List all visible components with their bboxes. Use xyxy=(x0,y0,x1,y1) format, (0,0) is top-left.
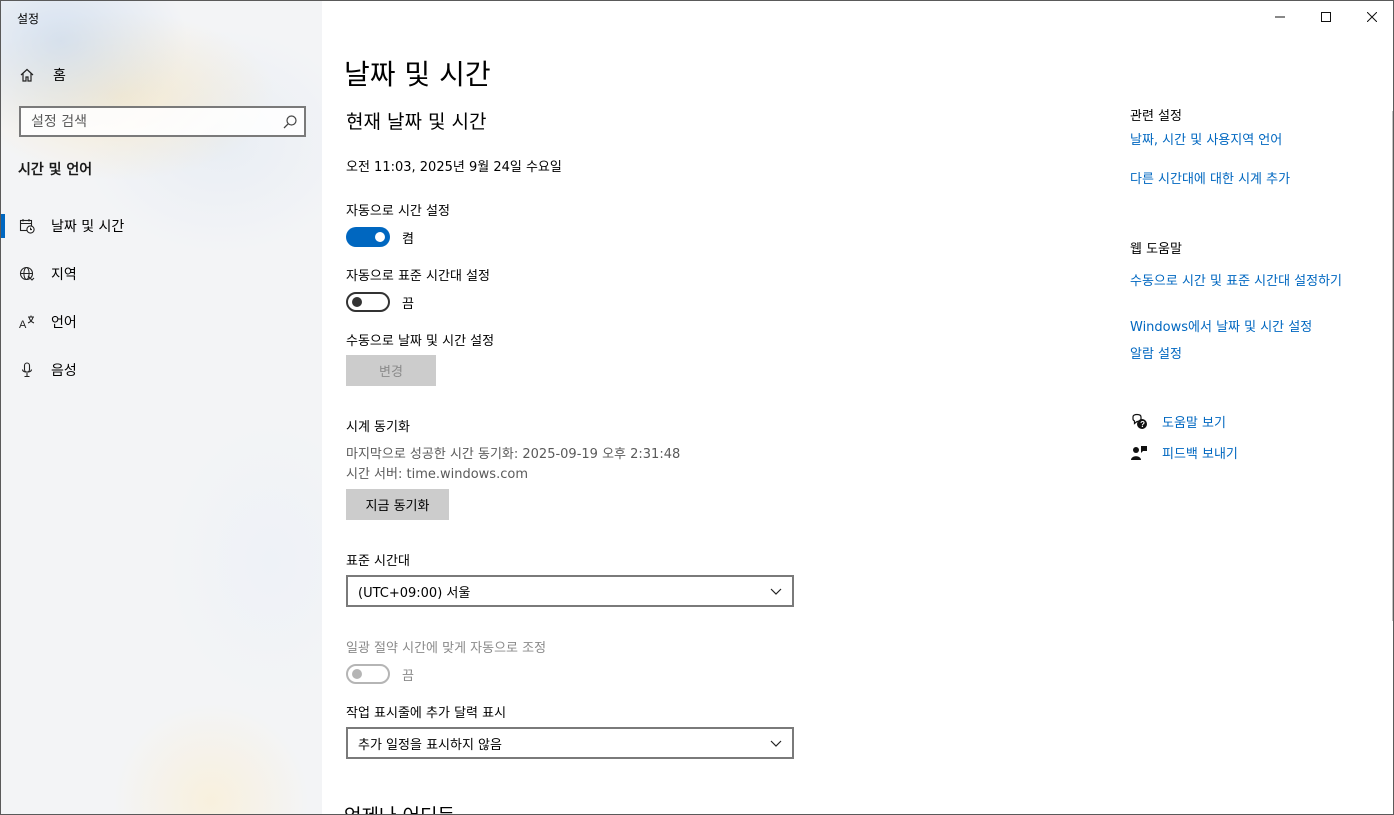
sidebar-item-language[interactable]: A 언어 xyxy=(1,298,322,346)
search-box[interactable] xyxy=(19,106,306,137)
toggle-knob xyxy=(375,232,385,242)
close-icon xyxy=(1367,12,1377,22)
feedback-link[interactable]: 피드백 보내기 xyxy=(1130,443,1238,462)
microphone-icon xyxy=(19,362,35,378)
calendar-clock-icon xyxy=(19,218,35,234)
related-link-region-language[interactable]: 날짜, 시간 및 사용지역 언어 xyxy=(1130,131,1370,150)
sidebar-item-label: 음성 xyxy=(51,363,77,379)
sidebar-item-region[interactable]: 지역 xyxy=(1,250,322,298)
close-button[interactable] xyxy=(1349,1,1393,33)
maximize-icon xyxy=(1321,12,1331,22)
toggle-knob xyxy=(352,297,362,307)
current-datetime-heading: 현재 날짜 및 시간 xyxy=(346,111,487,133)
nav-list: 날짜 및 시간 지역 A 언어 음성 xyxy=(1,202,322,394)
settings-window: 설정 홈 시간 및 언어 날짜 및 시간 xyxy=(0,0,1394,815)
dst-toggle-row: 끔 xyxy=(346,664,414,684)
globe-icon xyxy=(19,266,35,282)
time-server-text: 시간 서버: time.windows.com xyxy=(346,467,528,482)
calendar-label: 작업 표시줄에 추가 달력 표시 xyxy=(346,706,507,721)
feedback-person-icon xyxy=(1130,444,1148,462)
language-icon: A xyxy=(19,314,35,330)
svg-text:A: A xyxy=(19,319,27,330)
chevron-down-icon xyxy=(770,585,782,601)
get-help-label: 도움말 보기 xyxy=(1162,416,1226,431)
current-datetime: 오전 11:03, 2025년 9월 24일 수요일 xyxy=(346,160,562,175)
sidebar: 설정 홈 시간 및 언어 날짜 및 시간 xyxy=(1,1,322,814)
feedback-label: 피드백 보내기 xyxy=(1162,447,1238,462)
home-nav-item[interactable]: 홈 xyxy=(1,57,322,93)
app-title: 설정 xyxy=(17,12,40,26)
search-icon[interactable] xyxy=(282,114,298,130)
auto-time-label: 자동으로 시간 설정 xyxy=(346,204,450,219)
maximize-button[interactable] xyxy=(1303,1,1349,33)
last-sync-text: 마지막으로 성공한 시간 동기화: 2025-09-19 오후 2:31:48 xyxy=(346,447,681,462)
sync-heading: 시계 동기화 xyxy=(346,420,410,435)
auto-time-toggle-row: 켬 xyxy=(346,227,414,247)
section-title: 시간 및 언어 xyxy=(18,162,93,178)
minimize-icon xyxy=(1275,16,1285,18)
sidebar-item-label: 지역 xyxy=(51,267,77,283)
get-help-link[interactable]: ? 도움말 보기 xyxy=(1130,412,1226,431)
auto-timezone-label: 자동으로 표준 시간대 설정 xyxy=(346,269,490,284)
sidebar-item-label: 날짜 및 시간 xyxy=(51,219,125,235)
auto-timezone-toggle[interactable] xyxy=(346,292,390,312)
timezone-dropdown[interactable]: (UTC+09:00) 서울 xyxy=(346,575,794,607)
sync-now-button[interactable]: 지금 동기화 xyxy=(346,489,449,520)
help-link-windows-date-time[interactable]: Windows에서 날짜 및 시간 설정 xyxy=(1130,318,1370,337)
related-settings-heading: 관련 설정 xyxy=(1130,109,1182,124)
dst-toggle[interactable] xyxy=(346,664,390,684)
related-link-add-clocks[interactable]: 다른 시간대에 대한 시계 추가 xyxy=(1130,170,1370,189)
auto-time-toggle[interactable] xyxy=(346,227,390,247)
auto-time-state: 켬 xyxy=(402,231,414,247)
sidebar-item-speech[interactable]: 음성 xyxy=(1,346,322,394)
help-chat-icon: ? xyxy=(1130,413,1148,431)
main-content: 날짜 및 시간 현재 날짜 및 시간 오전 11:03, 2025년 9월 24… xyxy=(322,1,1393,814)
home-label: 홈 xyxy=(53,68,66,84)
change-button[interactable]: 변경 xyxy=(346,355,436,386)
help-link-manual-time[interactable]: 수동으로 시간 및 표준 시간대 설정하기 xyxy=(1130,272,1370,291)
dst-state: 끔 xyxy=(402,668,414,684)
sidebar-item-date-time[interactable]: 날짜 및 시간 xyxy=(1,202,322,250)
help-link-alarm[interactable]: 알람 설정 xyxy=(1130,345,1370,364)
auto-timezone-state: 끔 xyxy=(402,296,414,312)
calendar-dropdown[interactable]: 추가 일정을 표시하지 않음 xyxy=(346,727,794,759)
toggle-knob xyxy=(352,669,362,679)
timezone-value: (UTC+09:00) 서울 xyxy=(358,585,471,601)
svg-text:?: ? xyxy=(1140,420,1145,429)
sidebar-item-label: 언어 xyxy=(51,315,77,331)
search-input[interactable] xyxy=(31,113,271,130)
window-controls xyxy=(1257,1,1393,33)
auto-timezone-toggle-row: 끔 xyxy=(346,292,414,312)
minimize-button[interactable] xyxy=(1257,1,1303,33)
dst-label: 일광 절약 시간에 맞게 자동으로 조정 xyxy=(346,641,547,656)
calendar-value: 추가 일정을 표시하지 않음 xyxy=(358,737,502,753)
timezone-label: 표준 시간대 xyxy=(346,554,410,569)
chevron-down-icon xyxy=(770,737,782,753)
manual-set-label: 수동으로 날짜 및 시간 설정 xyxy=(346,334,495,349)
web-help-heading: 웹 도움말 xyxy=(1130,242,1182,257)
section-heading-cut: 언제나 어디든 xyxy=(344,801,455,814)
home-icon xyxy=(19,67,35,83)
page-title: 날짜 및 시간 xyxy=(344,58,491,91)
